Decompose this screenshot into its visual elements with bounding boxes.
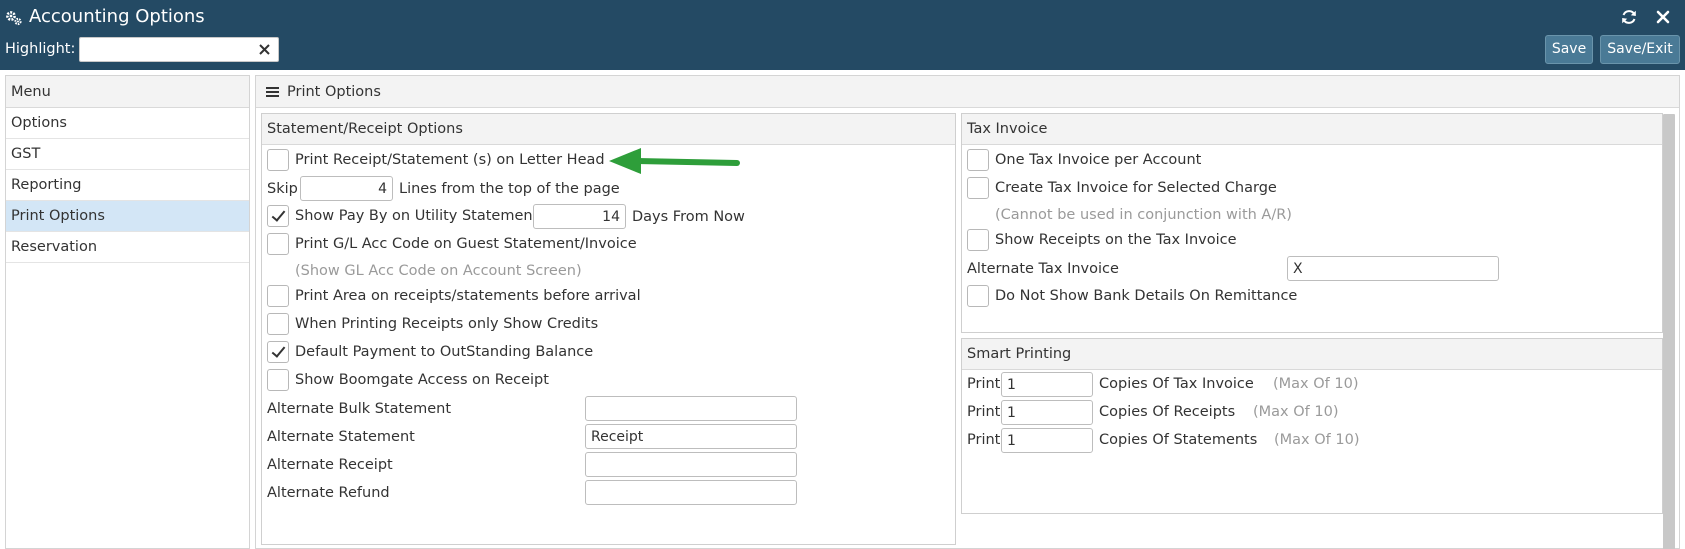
save-button[interactable]: Save [1545,35,1593,64]
tax-max-hint: (Max Of 10) [1273,376,1359,392]
no-bank-row: Do Not Show Bank Details On Remittance [967,283,1297,309]
statement-max-hint: (Max Of 10) [1274,432,1360,448]
menu-panel: Menu Options GST Reporting Print Options… [5,75,250,549]
clear-icon[interactable] [257,42,272,57]
area-checkbox[interactable] [267,285,289,307]
skip-suffix-label: Lines from the top of the page [399,181,620,197]
glcode-hint: (Show GL Acc Code on Account Screen) [295,263,582,279]
highlight-input[interactable] [80,38,250,61]
tax-copies-input[interactable] [1001,372,1093,397]
one-per-account-checkbox[interactable] [967,149,989,171]
default-payment-label: Default Payment to OutStanding Balance [295,344,594,360]
no-bank-checkbox[interactable] [967,285,989,307]
boomgate-label: Show Boomgate Access on Receipt [295,372,549,388]
menu-item-print-options[interactable]: Print Options [6,201,249,232]
highlight-field [79,37,279,62]
menu-item-reporting[interactable]: Reporting [6,170,249,201]
default-payment-row: Default Payment to OutStanding Balance [267,339,593,365]
gears-icon [6,11,22,26]
statement-section-header: Statement/Receipt Options [262,114,955,145]
main-panel: Print Options Statement/Receipt Options … [255,75,1680,549]
statement-receipt-section: Statement/Receipt Options Print Receipt/… [261,113,956,545]
alt-refund-label: Alternate Refund [267,485,390,501]
vertical-scrollbar[interactable] [1663,114,1675,549]
print-receipts-label: Print [967,404,1001,420]
receipt-copies-label: Copies Of Receipts [1099,404,1236,420]
tax-section-header: Tax Invoice [962,114,1662,145]
payby-row: Show Pay By on Utility Statement [267,203,538,229]
area-row: Print Area on receipts/statements before… [267,283,641,309]
menu-item-reservation[interactable]: Reservation [6,232,249,263]
glcode-label: Print G/L Acc Code on Guest Statement/In… [295,236,637,252]
credits-row: When Printing Receipts only Show Credits [267,311,598,337]
payby-suffix-label: Days From Now [632,209,745,225]
selected-charge-hint: (Cannot be used in conjunction with A/R) [995,207,1292,223]
receipt-copies-input[interactable] [1001,400,1093,425]
show-receipts-label: Show Receipts on the Tax Invoice [995,232,1237,248]
menu-item-options[interactable]: Options [6,108,249,139]
tax-copies-label: Copies Of Tax Invoice [1099,376,1254,392]
selected-charge-row: Create Tax Invoice for Selected Charge [967,175,1277,201]
payby-checkbox[interactable] [267,205,289,227]
statement-copies-input[interactable] [1001,428,1093,453]
skip-lines-input[interactable] [300,176,393,201]
alt-bulk-label: Alternate Bulk Statement [267,401,452,417]
smart-section-header: Smart Printing [962,339,1662,370]
alt-bulk-input[interactable] [585,396,797,421]
menu-item-gst[interactable]: GST [6,139,249,170]
credits-label: When Printing Receipts only Show Credits [295,316,599,332]
alt-statement-input[interactable] [585,424,797,449]
close-icon[interactable] [1655,8,1671,26]
boomgate-checkbox[interactable] [267,369,289,391]
alt-statement-label: Alternate Statement [267,429,415,445]
alternate-tax-input[interactable] [1287,256,1499,281]
credits-checkbox[interactable] [267,313,289,335]
skip-label: Skip [267,181,298,197]
refresh-icon[interactable] [1620,8,1638,26]
hamburger-icon[interactable] [266,87,279,97]
alt-receipt-label: Alternate Receipt [267,457,393,473]
default-payment-checkbox[interactable] [267,341,289,363]
annotation-arrow-icon [609,148,740,174]
selected-charge-checkbox[interactable] [967,177,989,199]
one-per-account-label: One Tax Invoice per Account [995,152,1202,168]
main-header: Print Options [256,76,1679,108]
window-title: Accounting Options [29,6,205,27]
area-label: Print Area on receipts/statements before… [295,288,641,304]
menu-header: Menu [6,76,249,108]
payby-days-input[interactable] [533,204,626,229]
glcode-row: Print G/L Acc Code on Guest Statement/In… [267,231,637,257]
one-per-account-row: One Tax Invoice per Account [967,147,1201,173]
alternate-tax-label: Alternate Tax Invoice [967,261,1119,277]
save-exit-button[interactable]: Save/Exit [1600,35,1680,64]
payby-label: Show Pay By on Utility Statement [295,208,539,224]
tax-invoice-section: Tax Invoice One Tax Invoice per Account … [961,113,1663,333]
letterhead-checkbox[interactable] [267,149,289,171]
no-bank-label: Do Not Show Bank Details On Remittance [995,288,1298,304]
show-receipts-row: Show Receipts on the Tax Invoice [967,227,1237,253]
letterhead-label: Print Receipt/Statement (s) on Letter He… [295,152,605,168]
smart-printing-section: Smart Printing Print Copies Of Tax Invoi… [961,338,1663,514]
receipt-max-hint: (Max Of 10) [1253,404,1339,420]
show-receipts-checkbox[interactable] [967,229,989,251]
print-tax-label: Print [967,376,1001,392]
highlight-label: Highlight: [5,41,76,57]
print-statements-label: Print [967,432,1001,448]
alt-receipt-input[interactable] [585,452,797,477]
selected-charge-label: Create Tax Invoice for Selected Charge [995,180,1277,196]
title-bar: Accounting Options Highlight: Save Save/… [0,0,1685,70]
alt-refund-input[interactable] [585,480,797,505]
boomgate-row: Show Boomgate Access on Receipt [267,367,549,393]
statement-copies-label: Copies Of Statements [1099,432,1258,448]
glcode-checkbox[interactable] [267,233,289,255]
letterhead-row: Print Receipt/Statement (s) on Letter He… [267,147,605,173]
page-title: Print Options [287,84,381,100]
